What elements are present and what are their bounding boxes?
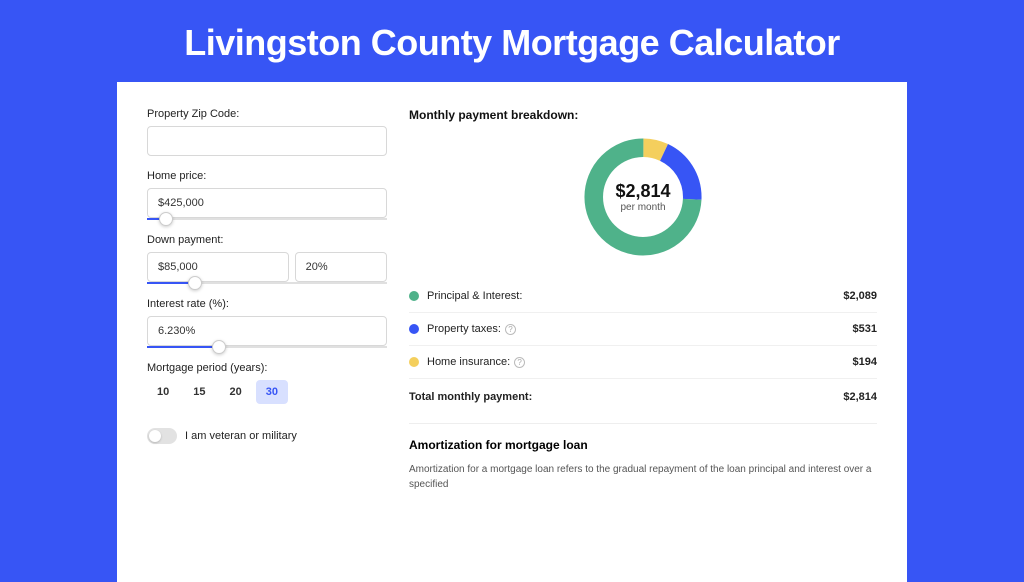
donut-amount: $2,814 [615, 181, 670, 202]
legend-dot [409, 291, 419, 301]
interest-rate-field: Interest rate (%): [147, 298, 387, 348]
veteran-row: I am veteran or military [147, 428, 387, 444]
mortgage-period-options: 10152030 [147, 380, 387, 404]
amortization-text: Amortization for a mortgage loan refers … [409, 462, 877, 492]
period-option-15[interactable]: 15 [183, 380, 215, 404]
calculator-card: Property Zip Code: Home price: Down paym… [117, 82, 907, 582]
info-icon[interactable]: ? [514, 357, 525, 368]
legend-row: Principal & Interest:$2,089 [409, 280, 877, 313]
inputs-panel: Property Zip Code: Home price: Down paym… [147, 108, 387, 582]
period-option-20[interactable]: 20 [220, 380, 252, 404]
interest-rate-label: Interest rate (%): [147, 298, 387, 310]
donut-chart: $2,814 per month [409, 126, 877, 272]
legend-dot [409, 324, 419, 334]
veteran-toggle-knob [149, 430, 161, 442]
home-price-slider-thumb[interactable] [159, 212, 173, 226]
total-value: $2,814 [843, 391, 877, 403]
legend-label: Property taxes:? [427, 323, 853, 335]
legend-total-row: Total monthly payment:$2,814 [409, 379, 877, 413]
mortgage-period-field: Mortgage period (years): 10152030 [147, 362, 387, 404]
total-label: Total monthly payment: [409, 391, 843, 403]
legend-label: Principal & Interest: [427, 290, 843, 302]
period-option-10[interactable]: 10 [147, 380, 179, 404]
home-price-input[interactable] [147, 188, 387, 218]
zip-label: Property Zip Code: [147, 108, 387, 120]
down-payment-pct-input[interactable] [295, 252, 387, 282]
breakdown-panel: Monthly payment breakdown: $2,814 per mo… [409, 108, 877, 582]
period-option-30[interactable]: 30 [256, 380, 288, 404]
veteran-toggle[interactable] [147, 428, 177, 444]
amortization-section: Amortization for mortgage loan Amortizat… [409, 423, 877, 492]
info-icon[interactable]: ? [505, 324, 516, 335]
page-title: Livingston County Mortgage Calculator [0, 0, 1024, 82]
zip-input[interactable] [147, 126, 387, 156]
mortgage-period-label: Mortgage period (years): [147, 362, 387, 374]
interest-rate-slider-thumb[interactable] [212, 340, 226, 354]
amortization-title: Amortization for mortgage loan [409, 438, 877, 452]
donut-sublabel: per month [620, 202, 665, 213]
legend: Principal & Interest:$2,089Property taxe… [409, 280, 877, 413]
down-payment-slider[interactable] [147, 282, 387, 284]
down-payment-label: Down payment: [147, 234, 387, 246]
down-payment-input[interactable] [147, 252, 289, 282]
legend-row: Property taxes:?$531 [409, 313, 877, 346]
home-price-field: Home price: [147, 170, 387, 220]
legend-value: $2,089 [843, 290, 877, 302]
breakdown-title: Monthly payment breakdown: [409, 108, 877, 122]
legend-row: Home insurance:?$194 [409, 346, 877, 379]
legend-value: $194 [853, 356, 877, 368]
home-price-label: Home price: [147, 170, 387, 182]
legend-value: $531 [853, 323, 877, 335]
legend-label: Home insurance:? [427, 356, 853, 368]
veteran-label: I am veteran or military [185, 430, 297, 442]
down-payment-slider-thumb[interactable] [188, 276, 202, 290]
donut-center: $2,814 per month [578, 132, 708, 262]
interest-rate-input[interactable] [147, 316, 387, 346]
down-payment-field: Down payment: [147, 234, 387, 284]
home-price-slider[interactable] [147, 218, 387, 220]
zip-field: Property Zip Code: [147, 108, 387, 156]
interest-rate-slider[interactable] [147, 346, 387, 348]
interest-rate-slider-fill [147, 346, 219, 348]
legend-dot [409, 357, 419, 367]
